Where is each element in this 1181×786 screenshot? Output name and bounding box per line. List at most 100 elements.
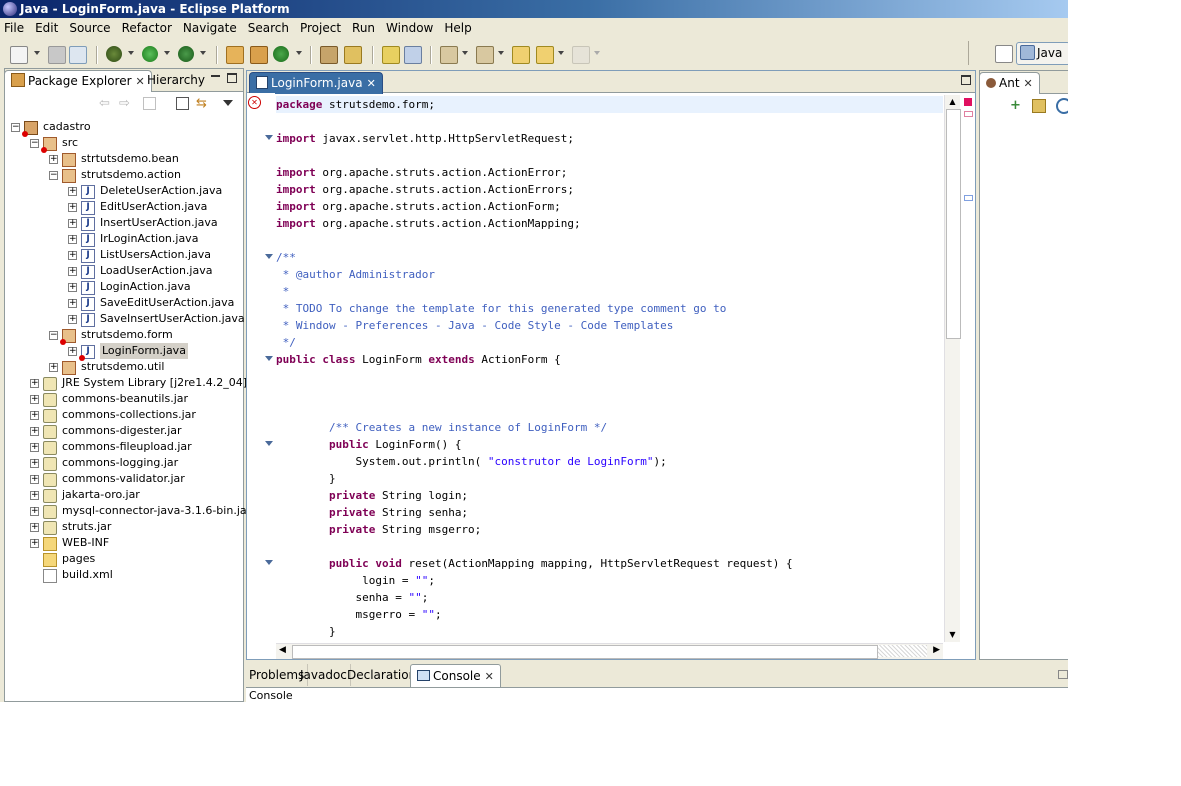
menu-project[interactable]: Project — [295, 18, 347, 38]
menu-run[interactable]: Run — [347, 18, 381, 38]
forward-arrow-icon[interactable]: ⇨ — [119, 96, 130, 111]
expand-icon[interactable]: + — [30, 379, 39, 388]
close-icon[interactable]: ✕ — [1024, 73, 1033, 94]
expand-icon[interactable]: + — [30, 427, 39, 436]
expand-icon[interactable]: + — [68, 187, 77, 196]
open-perspective-icon[interactable] — [995, 45, 1013, 63]
back-icon[interactable] — [536, 46, 554, 64]
print-icon[interactable] — [69, 46, 87, 64]
expand-icon[interactable]: + — [30, 411, 39, 420]
expand-icon[interactable]: + — [68, 267, 77, 276]
menu-refactor[interactable]: Refactor — [117, 18, 178, 38]
tree-item[interactable]: + J EditUserAction.java — [5, 199, 243, 215]
tree-item[interactable]: + commons-fileupload.jar — [5, 439, 243, 455]
tree-item[interactable]: + J InsertUserAction.java — [5, 215, 243, 231]
editor-vertical-scrollbar[interactable]: ▲ ▼ — [944, 95, 961, 642]
tree-item[interactable]: + commons-collections.jar — [5, 407, 243, 423]
close-icon[interactable]: ✕ — [485, 666, 494, 688]
collapse-icon[interactable]: − — [11, 123, 20, 132]
tree-item[interactable]: − cadastro — [5, 119, 243, 137]
collapse-icon[interactable]: − — [49, 331, 58, 340]
tree-item[interactable]: + J DeleteUserAction.java — [5, 183, 243, 199]
warning-overview-mark[interactable] — [964, 195, 973, 201]
menu-window[interactable]: Window — [381, 18, 439, 38]
menu-search[interactable]: Search — [243, 18, 295, 38]
scroll-thumb[interactable] — [292, 645, 878, 659]
close-icon[interactable]: ✕ — [367, 73, 376, 94]
expand-icon[interactable]: + — [30, 491, 39, 500]
expand-icon[interactable]: + — [68, 299, 77, 308]
tree-item[interactable]: + J LoginAction.java — [5, 279, 243, 295]
editor-horizontal-scrollbar[interactable]: ◀ ▶ — [276, 643, 943, 659]
run-dropdown-icon[interactable] — [164, 51, 170, 55]
maximize-icon[interactable] — [961, 75, 971, 85]
fold-toggle-icon[interactable] — [265, 560, 273, 565]
tab-loginform-java[interactable]: LoginForm.java ✕ — [249, 72, 383, 94]
tree-item[interactable]: + commons-logging.jar — [5, 455, 243, 471]
error-overview-mark[interactable] — [964, 111, 973, 117]
fold-toggle-icon[interactable] — [265, 254, 273, 259]
tree-item[interactable]: − strutsdemo.form — [5, 327, 243, 345]
external-tools-icon[interactable] — [178, 46, 194, 62]
scroll-right-icon[interactable]: ▶ — [933, 645, 940, 655]
tree-item[interactable]: pages — [5, 551, 243, 567]
minimize-panel-icon[interactable] — [1058, 670, 1068, 679]
open-type-icon[interactable] — [320, 46, 338, 64]
up-icon[interactable] — [143, 97, 156, 110]
expand-icon[interactable]: + — [30, 507, 39, 516]
collapse-icon[interactable]: − — [49, 171, 58, 180]
debug-dropdown-icon[interactable] — [128, 51, 134, 55]
view-menu-icon[interactable] — [223, 100, 233, 106]
previous-annotation-dropdown-icon[interactable] — [498, 51, 504, 55]
scroll-up-icon[interactable]: ▲ — [945, 95, 960, 109]
expand-icon[interactable]: + — [68, 251, 77, 260]
new-dropdown-icon[interactable] — [34, 51, 40, 55]
forward-icon[interactable] — [572, 46, 590, 64]
next-annotation-dropdown-icon[interactable] — [462, 51, 468, 55]
expand-icon[interactable]: + — [68, 347, 77, 356]
scroll-thumb[interactable] — [946, 109, 961, 339]
new-java-project-icon[interactable] — [226, 46, 244, 64]
expand-icon[interactable]: + — [49, 363, 58, 372]
maximize-icon[interactable] — [227, 73, 237, 83]
tree-item[interactable]: − strutsdemo.action — [5, 167, 243, 183]
menu-navigate[interactable]: Navigate — [178, 18, 243, 38]
tree-item[interactable]: + strutsdemo.util — [5, 359, 243, 375]
last-edit-location-icon[interactable] — [512, 46, 530, 64]
expand-icon[interactable]: + — [68, 235, 77, 244]
tree-item[interactable]: + jakarta-oro.jar — [5, 487, 243, 503]
expand-icon[interactable]: + — [68, 315, 77, 324]
search-icon[interactable] — [344, 46, 362, 64]
tree-item[interactable]: + struts.jar — [5, 519, 243, 535]
tab-hierarchy[interactable]: Hierarchy — [141, 70, 211, 91]
back-arrow-icon[interactable]: ⇦ — [99, 96, 110, 111]
tab-console[interactable]: Console ✕ — [410, 664, 501, 687]
tree-item[interactable]: + mysql-connector-java-3.1.6-bin.jar — [5, 503, 251, 519]
expand-icon[interactable]: + — [30, 539, 39, 548]
link-with-editor-icon[interactable]: ⇆ — [196, 96, 207, 111]
minimize-icon[interactable] — [211, 75, 220, 77]
code-area[interactable]: package strutsdemo.form; import javax.ser… — [276, 93, 943, 644]
tree-item[interactable]: + JRE System Library [j2re1.4.2_04] — [5, 375, 247, 391]
expand-icon[interactable]: + — [49, 155, 58, 164]
toggle-mark-occurrences-icon[interactable] — [382, 46, 400, 64]
menu-file[interactable]: File — [0, 18, 30, 38]
tree-item[interactable]: + strtutsdemo.bean — [5, 151, 243, 167]
tree-item[interactable]: + commons-digester.jar — [5, 423, 243, 439]
fold-toggle-icon[interactable] — [265, 135, 273, 140]
tree-item[interactable]: + J IrLoginAction.java — [5, 231, 243, 247]
scroll-down-icon[interactable]: ▼ — [945, 628, 960, 642]
forward-dropdown-icon[interactable] — [594, 51, 600, 55]
debug-icon[interactable] — [106, 46, 122, 62]
tree-item[interactable]: + J ListUsersAction.java — [5, 247, 243, 263]
tab-declaration[interactable]: Declaration — [344, 664, 421, 686]
tree-item[interactable]: + J LoadUserAction.java — [5, 263, 243, 279]
add-buildfile-icon[interactable]: + — [1010, 98, 1021, 113]
expand-icon[interactable]: + — [68, 203, 77, 212]
tab-ant[interactable]: Ant ✕ — [979, 72, 1040, 94]
tab-package-explorer[interactable]: Package Explorer ✕ — [4, 70, 152, 92]
java-perspective-button[interactable]: Java — [1016, 42, 1068, 65]
expand-icon[interactable]: + — [30, 523, 39, 532]
new-class-dropdown-icon[interactable] — [296, 51, 302, 55]
collapse-all-icon[interactable] — [176, 97, 189, 110]
